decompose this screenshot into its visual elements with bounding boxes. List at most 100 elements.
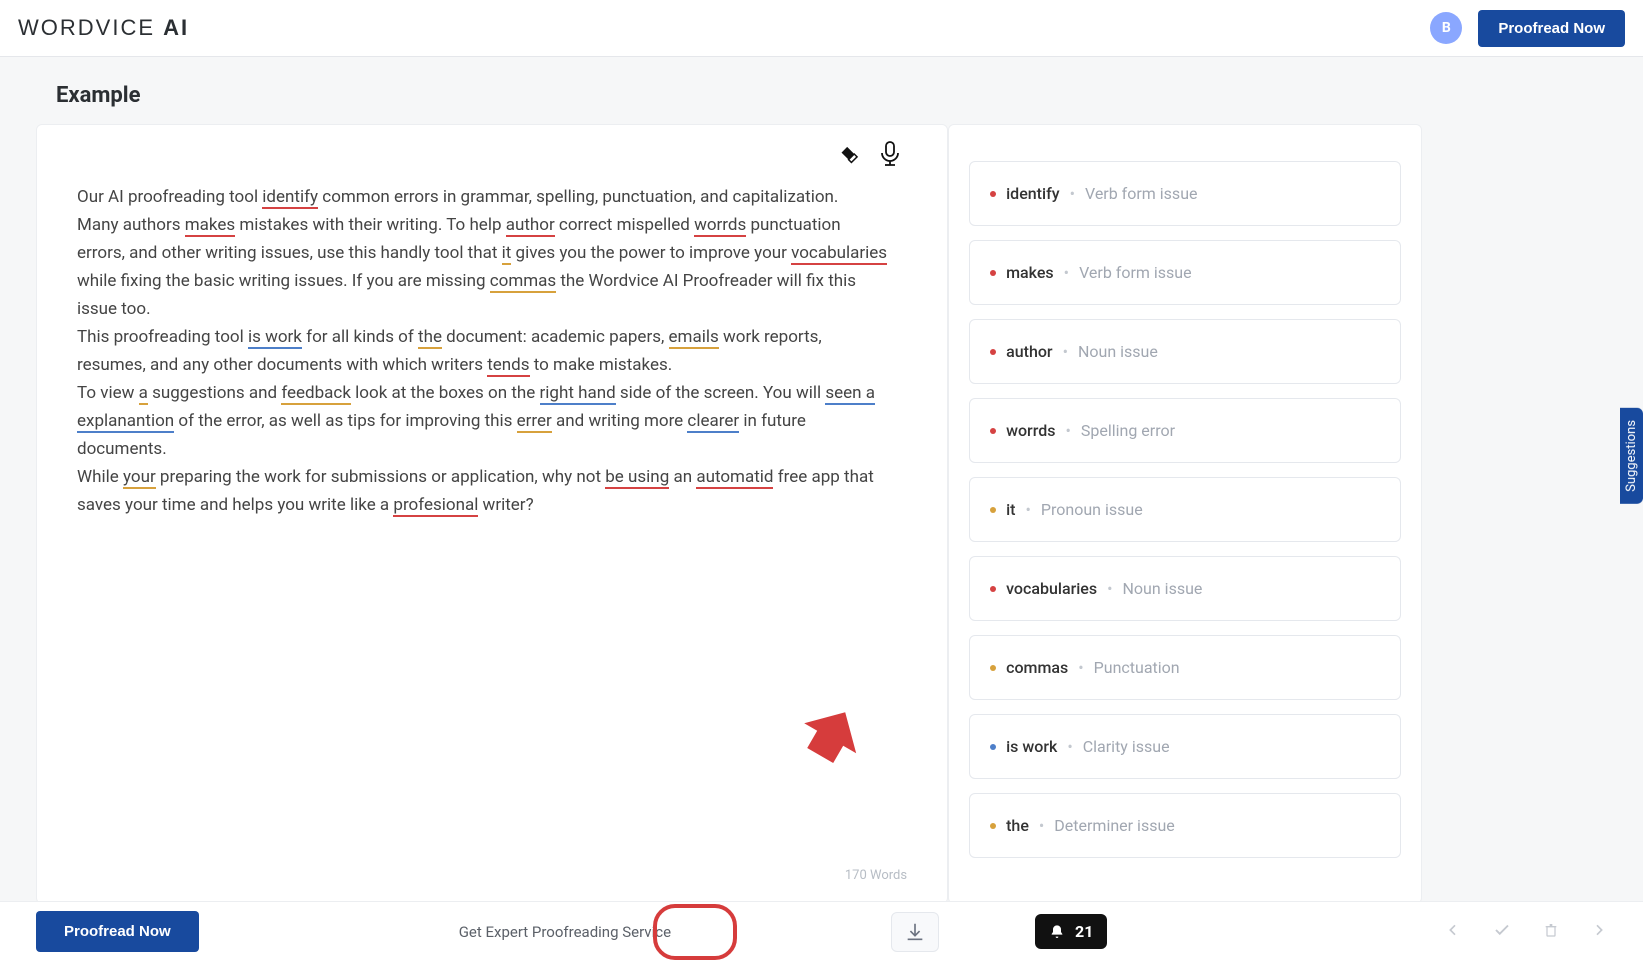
flagged-word[interactable]: author: [506, 215, 555, 237]
suggestion-bullet: [990, 270, 996, 276]
editor-paragraph: This proofreading tool is work for all k…: [77, 323, 891, 379]
suggestion-bullet: [990, 823, 996, 829]
suggestion-type: Noun issue: [1123, 579, 1203, 598]
download-button[interactable]: [891, 912, 939, 952]
suggestion-card[interactable]: the • Determiner issue: [969, 793, 1400, 858]
suggestion-separator: •: [1064, 263, 1069, 282]
bell-icon: [1049, 923, 1065, 941]
suggestion-word: worrds: [1006, 421, 1055, 440]
check-icon[interactable]: [1493, 921, 1511, 943]
suggestion-type: Determiner issue: [1054, 816, 1174, 835]
suggestion-separator: •: [1067, 737, 1072, 756]
suggestion-card[interactable]: is work • Clarity issue: [969, 714, 1400, 779]
suggestion-type: Noun issue: [1078, 342, 1158, 361]
suggestion-card[interactable]: commas • Punctuation: [969, 635, 1400, 700]
flagged-word[interactable]: the: [418, 327, 442, 349]
editor-text[interactable]: Our AI proofreading tool identify common…: [77, 183, 891, 519]
suggestion-card[interactable]: it • Pronoun issue: [969, 477, 1400, 542]
flagged-word[interactable]: errer: [517, 411, 552, 433]
proofread-now-button[interactable]: Proofread Now: [1478, 10, 1625, 47]
flagged-word[interactable]: a: [139, 383, 148, 405]
suggestions-tab[interactable]: Suggestions: [1620, 408, 1643, 504]
suggestion-bullet: [990, 744, 996, 750]
avatar[interactable]: B: [1430, 12, 1462, 44]
suggestions-panel: identify • Verb form issue makes • Verb form …: [948, 124, 1421, 904]
flagged-word[interactable]: vocabularies: [791, 243, 887, 265]
word-count: 170 Words: [845, 868, 907, 883]
suggestion-card[interactable]: makes • Verb form issue: [969, 240, 1400, 305]
suggestion-word: makes: [1006, 263, 1054, 282]
suggestion-type: Pronoun issue: [1041, 500, 1143, 519]
trash-icon[interactable]: [1543, 921, 1559, 943]
editor-panel: Our AI proofreading tool identify common…: [36, 124, 948, 904]
suggestion-separator: •: [1039, 816, 1044, 835]
flagged-word[interactable]: emails: [669, 327, 719, 349]
editor-tools: [837, 141, 903, 167]
flagged-word[interactable]: makes: [185, 215, 235, 237]
bottombar: Proofread Now Get Expert Proofreading Se…: [0, 901, 1643, 961]
chevron-right-icon[interactable]: [1591, 922, 1607, 942]
suggestion-type: Verb form issue: [1079, 263, 1192, 282]
suggestion-word: it: [1006, 500, 1015, 519]
flagged-word[interactable]: be using: [605, 467, 669, 489]
notifications-badge[interactable]: 21: [1035, 914, 1107, 949]
header-actions: B Proofread Now: [1430, 10, 1625, 47]
flagged-word[interactable]: automatid: [696, 467, 773, 489]
suggestion-type: Clarity issue: [1083, 737, 1170, 756]
microphone-icon[interactable]: [877, 141, 903, 167]
flagged-word[interactable]: profesional: [393, 495, 478, 517]
flagged-word[interactable]: identify: [262, 187, 318, 209]
suggestion-separator: •: [1107, 579, 1112, 598]
editor-paragraph: Many authors makes mistakes with their w…: [77, 211, 891, 323]
suggestion-type: Verb form issue: [1085, 184, 1198, 203]
flagged-word[interactable]: right hand: [540, 383, 616, 405]
editor-paragraph: While your preparing the work for submis…: [77, 463, 891, 519]
suggestion-bullet: [990, 349, 996, 355]
suggestion-separator: •: [1078, 658, 1083, 677]
suggestion-word: vocabularies: [1006, 579, 1097, 598]
bottombar-right: [1445, 921, 1607, 943]
flagged-word[interactable]: commas: [490, 271, 556, 293]
suggestion-word: author: [1006, 342, 1052, 361]
suggestion-bullet: [990, 507, 996, 513]
eraser-icon[interactable]: [837, 141, 863, 167]
suggestion-word: commas: [1006, 658, 1068, 677]
suggestion-card[interactable]: vocabularies • Noun issue: [969, 556, 1400, 621]
flagged-word[interactable]: clearer: [687, 411, 739, 433]
suggestion-bullet: [990, 191, 996, 197]
suggestion-separator: •: [1065, 421, 1070, 440]
page-wrap: Example Our AI proofreading tool identif…: [0, 57, 1643, 904]
flagged-word[interactable]: seen a explanantion: [77, 383, 875, 433]
suggestion-bullet: [990, 428, 996, 434]
flagged-word[interactable]: is work: [248, 327, 302, 349]
editor-paragraph: To view a suggestions and feedback look …: [77, 379, 891, 463]
suggestion-card[interactable]: worrds • Spelling error: [969, 398, 1400, 463]
editor-paragraph: Our AI proofreading tool identify common…: [77, 183, 891, 211]
flagged-word[interactable]: your: [123, 467, 156, 489]
suggestion-card[interactable]: identify • Verb form issue: [969, 161, 1400, 226]
suggestion-separator: •: [1026, 500, 1031, 519]
logo: WORDVICE AI: [18, 15, 189, 41]
chevron-left-icon[interactable]: [1445, 922, 1461, 942]
proofread-now-button-footer[interactable]: Proofread Now: [36, 911, 199, 952]
flagged-word[interactable]: tends: [487, 355, 529, 377]
topbar: WORDVICE AI B Proofread Now: [0, 0, 1643, 57]
suggestion-word: the: [1006, 816, 1029, 835]
expert-proofreading-link[interactable]: Get Expert Proofreading Service: [459, 923, 671, 941]
suggestion-separator: •: [1070, 184, 1075, 203]
suggestion-bullet: [990, 586, 996, 592]
notifications-count: 21: [1075, 922, 1093, 941]
flagged-word[interactable]: worrds: [694, 215, 746, 237]
suggestion-card[interactable]: author • Noun issue: [969, 319, 1400, 384]
bottombar-left: Proofread Now: [36, 911, 199, 952]
suggestion-bullet: [990, 665, 996, 671]
flagged-word[interactable]: feedback: [281, 383, 351, 405]
suggestion-word: identify: [1006, 184, 1059, 203]
suggestion-word: is work: [1006, 737, 1057, 756]
flagged-word[interactable]: it: [502, 243, 512, 265]
suggestion-type: Punctuation: [1094, 658, 1180, 677]
suggestion-separator: •: [1063, 342, 1068, 361]
workspace: Our AI proofreading tool identify common…: [36, 124, 1607, 904]
suggestion-type: Spelling error: [1081, 421, 1175, 440]
page-title: Example: [56, 83, 1607, 108]
